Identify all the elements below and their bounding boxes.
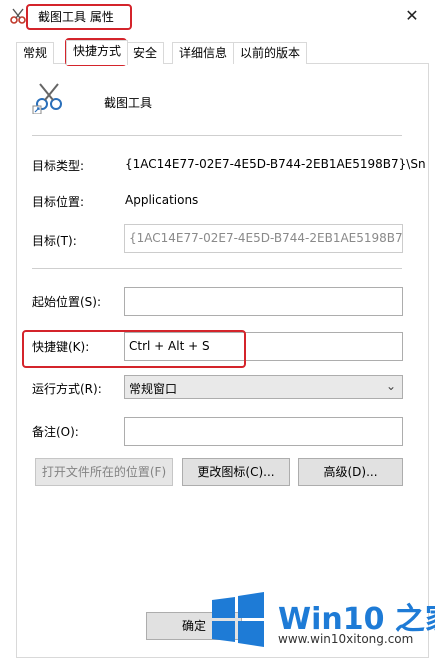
close-button[interactable]: ✕ bbox=[389, 0, 435, 30]
target-field[interactable]: {1AC14E77-02E7-4E5D-B744-2EB1AE5198B7}\S bbox=[124, 224, 403, 253]
close-icon: ✕ bbox=[405, 5, 419, 25]
divider bbox=[32, 135, 402, 136]
shortcut-key-label: 快捷键(K): bbox=[32, 340, 90, 354]
target-location-label: 目标位置: bbox=[32, 195, 85, 209]
target-type-value: {1AC14E77-02E7-4E5D-B744-2EB1AE5198B7}\S… bbox=[125, 157, 426, 171]
tab-previous-versions[interactable]: 以前的版本 bbox=[233, 42, 308, 64]
scissors-icon bbox=[10, 8, 26, 24]
window-title: 截图工具 属性 bbox=[38, 10, 114, 24]
change-icon-button[interactable]: 更改图标(C)... bbox=[182, 458, 290, 486]
title-bar: 截图工具 属性 ✕ bbox=[0, 0, 435, 34]
run-select-value: 常规窗口 bbox=[129, 382, 178, 396]
target-location-value: Applications bbox=[125, 193, 199, 207]
start-in-field[interactable] bbox=[124, 287, 403, 316]
start-in-label: 起始位置(S): bbox=[32, 295, 102, 309]
shortcut-key-field[interactable]: Ctrl + Alt + S bbox=[124, 332, 403, 361]
chevron-down-icon: ⌄ bbox=[385, 379, 396, 393]
tab-shortcut[interactable]: 快捷方式 bbox=[66, 40, 129, 65]
advanced-button[interactable]: 高级(D)... bbox=[298, 458, 403, 486]
tab-general[interactable]: 常规 bbox=[16, 42, 55, 64]
target-label: 目标(T): bbox=[32, 234, 77, 248]
tab-security[interactable]: 安全 bbox=[126, 42, 165, 64]
app-name: 截图工具 bbox=[104, 96, 153, 110]
run-label: 运行方式(R): bbox=[32, 382, 102, 396]
tab-strip: 常规 快捷方式 安全 详细信息 以前的版本 bbox=[16, 40, 426, 65]
open-file-location-button[interactable]: 打开文件所在的位置(F) bbox=[35, 458, 173, 486]
run-select[interactable]: 常规窗口 ⌄ bbox=[124, 375, 403, 399]
watermark-url: www.win10xitong.com bbox=[278, 632, 414, 646]
divider bbox=[32, 268, 402, 269]
windows-logo-icon bbox=[212, 592, 264, 647]
tab-details[interactable]: 详细信息 bbox=[172, 42, 235, 64]
scissors-icon bbox=[32, 83, 62, 114]
comment-field[interactable] bbox=[124, 417, 403, 446]
comment-label: 备注(O): bbox=[32, 425, 79, 439]
target-type-label: 目标类型: bbox=[32, 159, 85, 173]
watermark: Win10 之家 www.win10xitong.com bbox=[200, 582, 435, 658]
